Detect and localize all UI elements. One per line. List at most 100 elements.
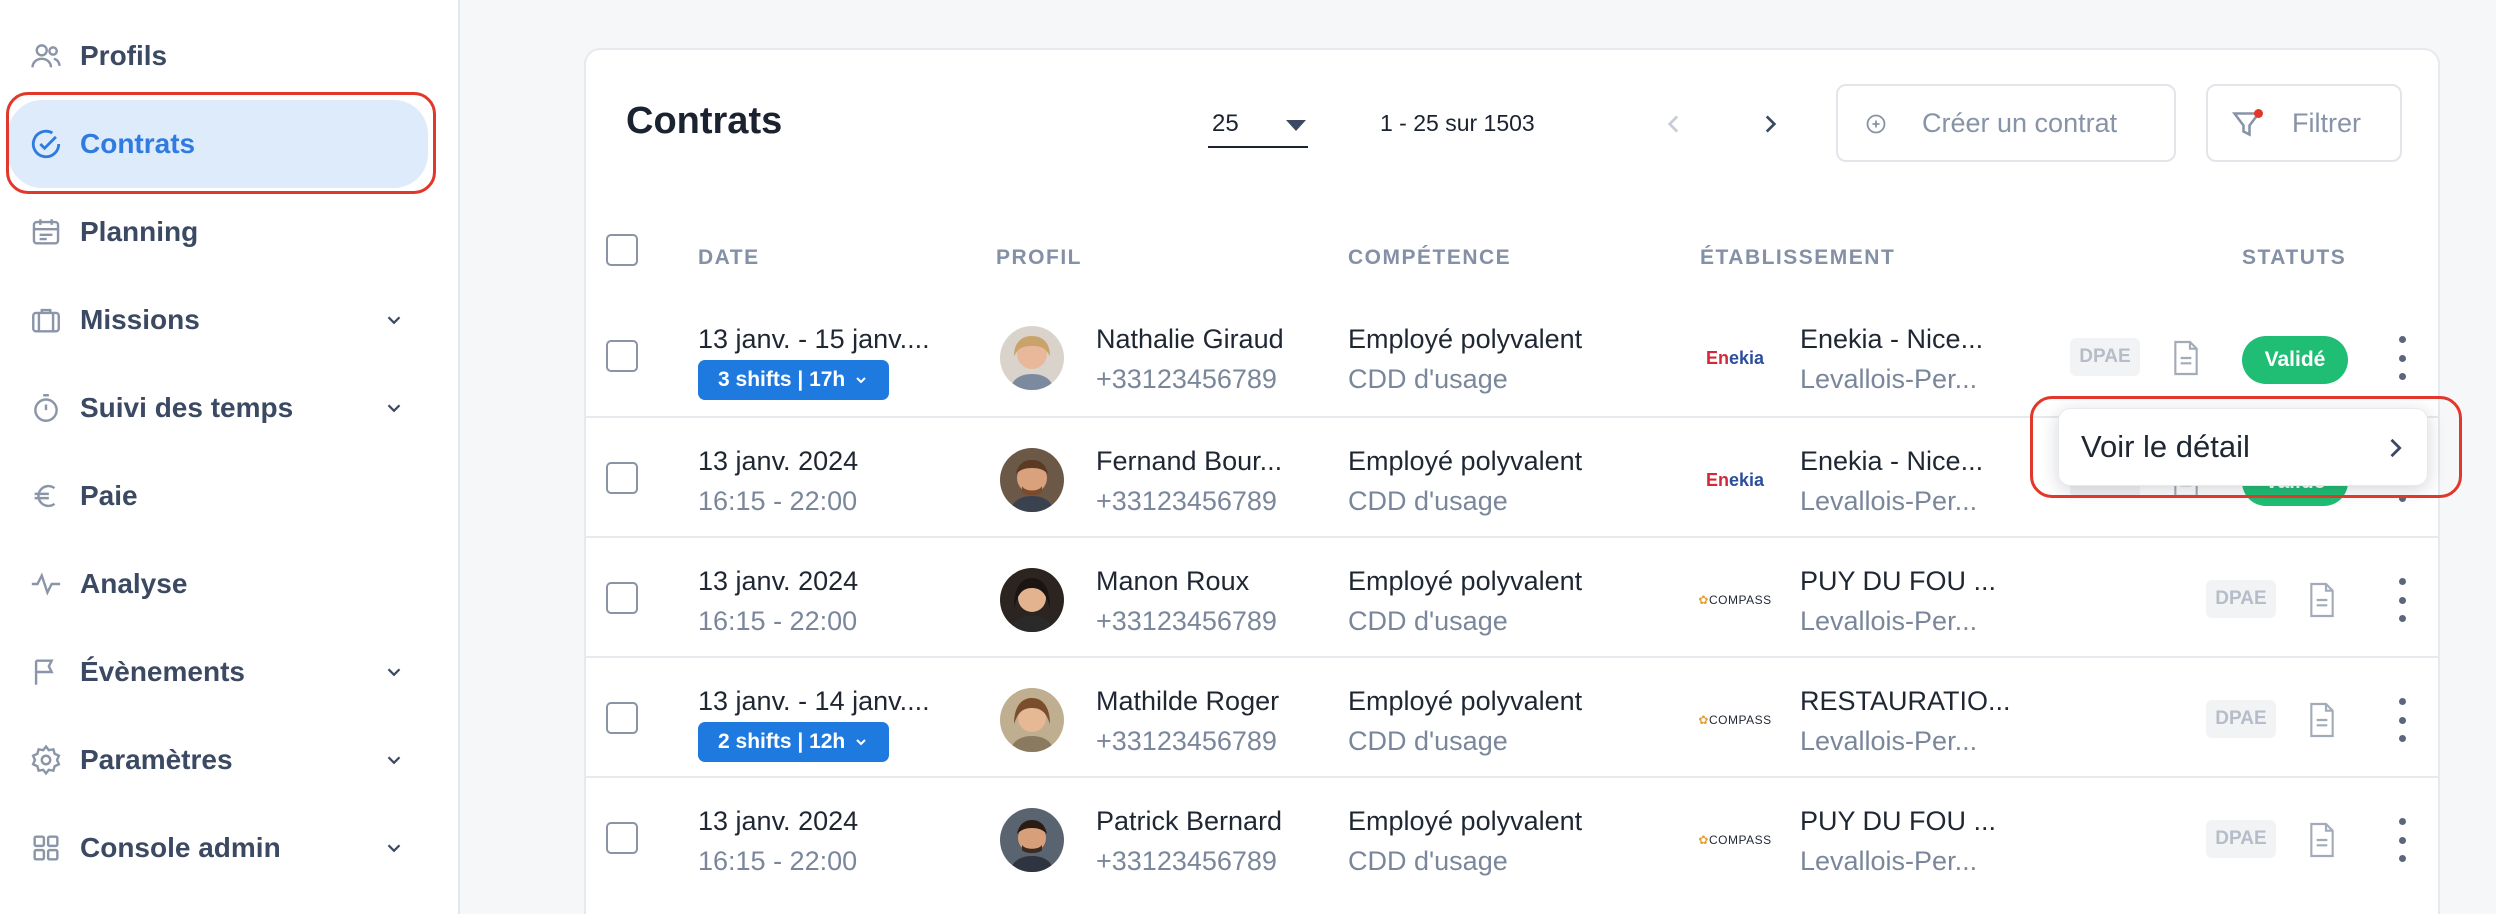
highlight-contrats [6, 92, 436, 194]
compass-logo: ✿COMPASS [1698, 833, 1772, 847]
filter-label: Filtrer [2292, 107, 2361, 138]
row-checkbox[interactable] [606, 582, 638, 614]
create-contract-label: Créer un contrat [1922, 107, 2118, 138]
more-options-icon[interactable] [2392, 698, 2412, 742]
chevron-left-icon [1667, 115, 1679, 133]
table-row[interactable]: 13 janv. 2024 16:15 - 22:00 Manon Roux +… [586, 536, 2438, 656]
shifts-label: 3 shifts | 17h [718, 368, 846, 391]
row-date: 13 janv. - 14 janv.... [698, 686, 930, 716]
highlight-view-detail [2030, 396, 2462, 498]
sidebar-item-suivi-des-temps[interactable]: Suivi des temps [8, 364, 428, 452]
prev-page-button[interactable] [1656, 106, 1692, 142]
more-options-icon[interactable] [2392, 818, 2412, 862]
chevron-down-icon[interactable] [378, 392, 410, 424]
sidebar-item-planning[interactable]: Planning [8, 188, 428, 276]
chevron-down-icon[interactable] [378, 744, 410, 776]
profile-name[interactable]: Manon Roux [1096, 566, 1249, 597]
row-checkbox[interactable] [606, 702, 638, 734]
competence: Employé polyvalent [1348, 686, 1583, 716]
caret-down-icon [1286, 120, 1306, 131]
profile-phone: +33123456789 [1096, 726, 1277, 756]
chevron-down-icon[interactable] [378, 832, 410, 864]
profile-name[interactable]: Fernand Bour... [1096, 446, 1282, 477]
sidebar-item-paie[interactable]: Paie [8, 452, 428, 540]
profile-phone: +33123456789 [1096, 486, 1277, 516]
row-checkbox[interactable] [606, 822, 638, 854]
filter-button[interactable]: Filtrer [2206, 84, 2402, 162]
chevron-down-icon [856, 377, 866, 384]
compass-logo: ✿COMPASS [1698, 593, 1772, 607]
shifts-badge[interactable]: 2 shifts | 12h [698, 722, 890, 762]
sidebar-item-label: Analyse [80, 568, 188, 599]
enekia-logo: Enekia [1705, 469, 1765, 490]
next-page-button[interactable] [1752, 106, 1788, 142]
filter-icon [2230, 106, 2266, 147]
activity-icon [24, 562, 68, 606]
dpae-badge: DPAE [2070, 338, 2140, 376]
column-header-etablissement[interactable]: ÉTABLISSEMENT [1700, 246, 1895, 270]
row-date: 13 janv. 2024 [698, 446, 859, 476]
document-icon[interactable] [2306, 580, 2338, 620]
profile-phone: +33123456789 [1096, 606, 1277, 636]
pagination-info: 1 - 25 sur 1503 [1380, 110, 1535, 136]
create-contract-button[interactable]: Créer un contrat [1836, 84, 2176, 162]
row-checkbox[interactable] [606, 462, 638, 494]
document-icon[interactable] [2170, 338, 2202, 378]
row-date: 13 janv. - 15 janv.... [698, 324, 930, 354]
row-checkbox[interactable] [606, 340, 638, 372]
sidebar-item-label: Paie [80, 480, 138, 511]
document-icon[interactable] [2306, 700, 2338, 740]
sidebar-item-label: Suivi des temps [80, 392, 294, 423]
column-header-date[interactable]: DATE [698, 246, 760, 270]
table-row[interactable]: 13 janv. - 14 janv.... 2 shifts | 12h Ma… [586, 656, 2438, 776]
contract-type: CDD d'usage [1348, 364, 1508, 394]
column-header-competence[interactable]: COMPÉTENCE [1348, 246, 1511, 270]
contract-type: CDD d'usage [1348, 486, 1508, 516]
sidebar-item-analyse[interactable]: Analyse [8, 540, 428, 628]
chevron-down-icon[interactable] [378, 656, 410, 688]
sidebar-item-console-admin[interactable]: Console admin [8, 804, 428, 892]
table-row[interactable]: 13 janv. 2024 16:15 - 22:00 Patrick Bern… [586, 776, 2438, 896]
dpae-badge: DPAE [2206, 580, 2276, 618]
more-options-icon[interactable] [2392, 336, 2412, 380]
profile-name[interactable]: Mathilde Roger [1096, 686, 1279, 717]
competence: Employé polyvalent [1348, 446, 1583, 476]
shifts-badge[interactable]: 3 shifts | 17h [698, 360, 890, 400]
sidebar-item-label: Missions [80, 304, 200, 335]
profile-phone: +33123456789 [1096, 364, 1277, 394]
contract-type: CDD d'usage [1348, 726, 1508, 756]
sidebar-item-profils[interactable]: Profils [8, 12, 428, 100]
document-icon[interactable] [2306, 820, 2338, 860]
establishment-city: Levallois-Per... [1800, 364, 1978, 394]
sidebar-item-parametres[interactable]: Paramètres [8, 716, 428, 804]
shifts-label: 2 shifts | 12h [718, 730, 846, 753]
sidebar-item-label: Console admin [80, 832, 281, 863]
contract-type: CDD d'usage [1348, 606, 1508, 636]
chevron-right-icon [1765, 115, 1777, 133]
select-all-checkbox[interactable] [606, 234, 638, 266]
more-options-icon[interactable] [2392, 578, 2412, 622]
per-page-select[interactable]: 25 [1208, 102, 1308, 148]
row-time: 16:15 - 22:00 [698, 486, 858, 516]
avatar [1000, 568, 1064, 632]
dpae-badge: DPAE [2206, 820, 2276, 858]
avatar [1000, 688, 1064, 752]
establishment-city: Levallois-Per... [1800, 726, 1978, 756]
row-date: 13 janv. 2024 [698, 806, 859, 836]
profile-name[interactable]: Patrick Bernard [1096, 806, 1282, 837]
establishment-city: Levallois-Per... [1800, 606, 1978, 636]
chevron-down-icon[interactable] [378, 304, 410, 336]
compass-logo: ✿COMPASS [1698, 713, 1772, 727]
column-header-statuts[interactable]: STATUTS [2242, 246, 2346, 270]
sidebar-item-missions[interactable]: Missions [8, 276, 428, 364]
establishment-name: PUY DU FOU ... [1800, 806, 1997, 836]
profile-name[interactable]: Nathalie Giraud [1096, 324, 1284, 355]
row-date: 13 janv. 2024 [698, 566, 859, 596]
grid-icon [24, 826, 68, 870]
sidebar-item-evenements[interactable]: Évènements [8, 628, 428, 716]
sidebar-item-label: Profils [80, 40, 168, 71]
column-header-profil[interactable]: PROFIL [996, 246, 1082, 270]
avatar [1000, 326, 1064, 390]
users-icon [24, 34, 68, 78]
calendar-icon [24, 210, 68, 254]
